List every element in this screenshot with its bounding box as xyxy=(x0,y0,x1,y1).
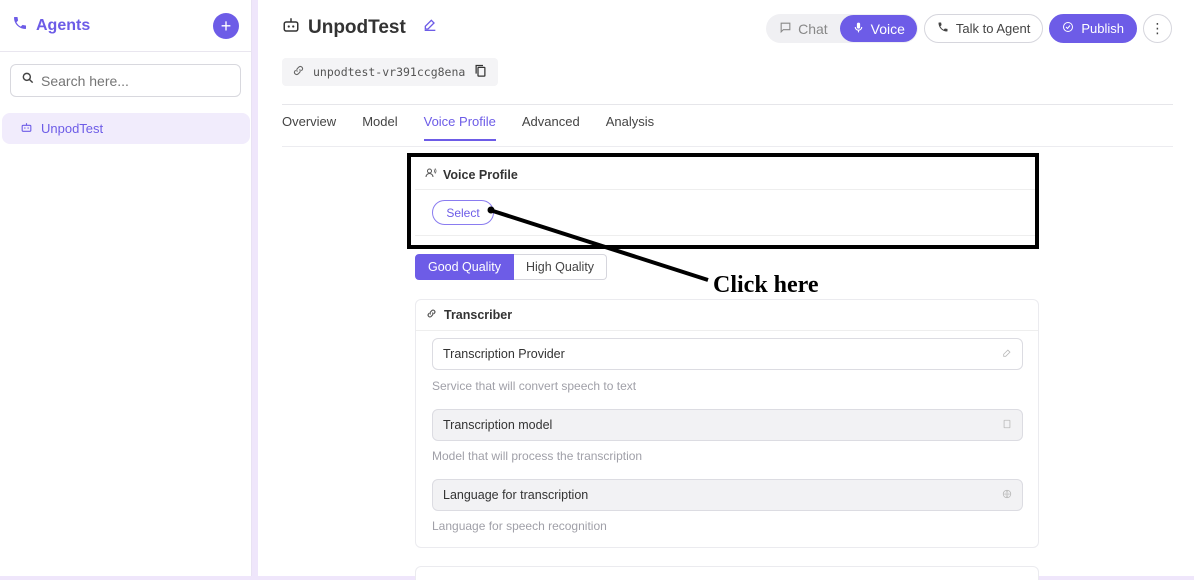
globe-icon xyxy=(1002,488,1012,502)
link-icon xyxy=(292,64,305,80)
field-label: Transcription Provider xyxy=(443,347,565,361)
quality-toggle: Good Quality High Quality xyxy=(415,254,608,280)
field-label: Transcription model xyxy=(443,418,553,432)
transcription-model-field[interactable]: Transcription model xyxy=(432,409,1023,441)
pencil-icon xyxy=(1002,347,1012,361)
tab-voice-profile[interactable]: Voice Profile xyxy=(423,114,496,141)
talk-label: Talk to Agent xyxy=(955,21,1031,36)
chat-icon xyxy=(779,21,792,37)
tab-bar: Overview Model Voice Profile Advanced An… xyxy=(282,114,654,141)
check-circle-icon xyxy=(1062,21,1074,36)
transcription-language-field[interactable]: Language for transcription xyxy=(432,479,1023,511)
sidebar: Agents + UnpodTest xyxy=(0,0,252,576)
edit-icon[interactable] xyxy=(422,17,438,39)
voice-label: Voice xyxy=(870,20,905,37)
document-icon xyxy=(1002,418,1012,432)
search-input[interactable] xyxy=(41,72,230,89)
transcriber-header: Transcriber xyxy=(416,300,1038,331)
sidebar-header: Agents + xyxy=(0,0,251,52)
phone-icon xyxy=(937,21,949,36)
robot-icon xyxy=(20,121,33,137)
agent-header: UnpodTest xyxy=(282,16,438,40)
next-card xyxy=(415,566,1039,580)
field-label: Language for transcription xyxy=(443,488,589,502)
divider xyxy=(282,146,1173,147)
talk-to-agent-button[interactable]: Talk to Agent xyxy=(923,14,1044,43)
field-hint: Service that will convert speech to text xyxy=(432,379,637,393)
mode-toggle: Chat Voice xyxy=(766,14,918,43)
top-actions: Chat Voice Talk to Agent Publish ⋮ xyxy=(766,14,1172,43)
publish-label: Publish xyxy=(1081,21,1124,36)
sidebar-item-unpodtest[interactable]: UnpodTest xyxy=(2,113,250,144)
mic-icon xyxy=(852,21,865,37)
sidebar-item-label: UnpodTest xyxy=(41,121,104,136)
search-box[interactable] xyxy=(10,64,241,97)
agent-id: unpodtest-vr391ccg8ena xyxy=(313,65,466,79)
phone-icon xyxy=(12,15,28,36)
main-panel: UnpodTest Chat Voice Talk to Agent Publi… xyxy=(258,0,1194,580)
tab-analysis[interactable]: Analysis xyxy=(606,114,654,141)
good-quality-button[interactable]: Good Quality xyxy=(415,254,514,280)
annotation-label: Click here xyxy=(713,272,819,298)
search-icon xyxy=(21,71,35,90)
transcriber-title: Transcriber xyxy=(444,308,513,322)
agent-id-chip: unpodtest-vr391ccg8ena xyxy=(282,58,499,86)
tab-overview[interactable]: Overview xyxy=(282,114,336,141)
transcription-provider-field[interactable]: Transcription Provider xyxy=(432,338,1023,370)
high-quality-button[interactable]: High Quality xyxy=(513,254,608,280)
chat-button[interactable]: Chat xyxy=(767,15,840,42)
field-hint: Language for speech recognition xyxy=(432,519,607,533)
divider xyxy=(282,104,1173,105)
add-agent-button[interactable]: + xyxy=(213,12,239,39)
publish-button[interactable]: Publish xyxy=(1049,14,1137,43)
robot-icon xyxy=(282,16,300,40)
field-hint: Model that will process the transcriptio… xyxy=(432,449,643,463)
link-icon xyxy=(426,308,437,322)
transcriber-card: Transcriber Transcription Provider Servi… xyxy=(415,299,1039,548)
tab-model[interactable]: Model xyxy=(362,114,397,141)
copy-icon[interactable] xyxy=(473,63,488,81)
tab-advanced[interactable]: Advanced xyxy=(522,114,580,141)
more-options-button[interactable]: ⋮ xyxy=(1143,14,1172,43)
agents-title-label: Agents xyxy=(36,16,91,34)
agents-title: Agents xyxy=(12,15,90,36)
annotation-highlight-box xyxy=(407,153,1039,249)
voice-button[interactable]: Voice xyxy=(839,15,917,42)
chat-label: Chat xyxy=(798,20,828,37)
page-title: UnpodTest xyxy=(308,17,406,38)
